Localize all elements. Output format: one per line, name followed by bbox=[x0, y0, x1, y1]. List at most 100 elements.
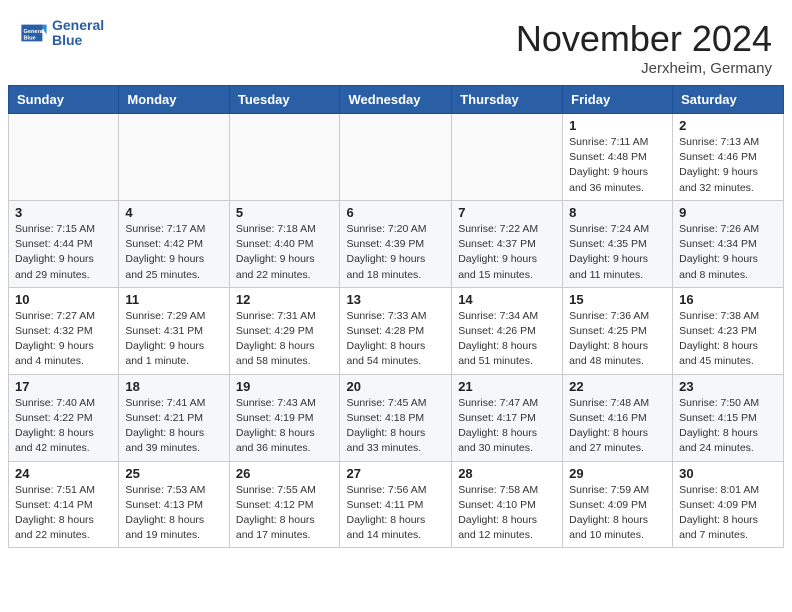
day-info: Sunrise: 7:59 AM Sunset: 4:09 PM Dayligh… bbox=[569, 483, 666, 544]
calendar-day-cell bbox=[340, 114, 452, 201]
day-info: Sunrise: 8:01 AM Sunset: 4:09 PM Dayligh… bbox=[679, 483, 777, 544]
day-info: Sunrise: 7:31 AM Sunset: 4:29 PM Dayligh… bbox=[236, 309, 334, 370]
day-info: Sunrise: 7:22 AM Sunset: 4:37 PM Dayligh… bbox=[458, 222, 556, 283]
calendar-day-cell: 24Sunrise: 7:51 AM Sunset: 4:14 PM Dayli… bbox=[9, 461, 119, 548]
day-number: 14 bbox=[458, 292, 556, 307]
logo: General Blue General Blue bbox=[20, 18, 104, 49]
day-info: Sunrise: 7:50 AM Sunset: 4:15 PM Dayligh… bbox=[679, 396, 777, 457]
day-number: 21 bbox=[458, 379, 556, 394]
calendar-week-row: 10Sunrise: 7:27 AM Sunset: 4:32 PM Dayli… bbox=[9, 287, 784, 374]
day-number: 2 bbox=[679, 118, 777, 133]
day-number: 26 bbox=[236, 466, 334, 481]
weekday-header: Sunday bbox=[9, 86, 119, 114]
logo-line1: General bbox=[52, 18, 104, 33]
day-info: Sunrise: 7:33 AM Sunset: 4:28 PM Dayligh… bbox=[346, 309, 445, 370]
calendar-table: SundayMondayTuesdayWednesdayThursdayFrid… bbox=[8, 85, 784, 548]
day-number: 5 bbox=[236, 205, 334, 220]
day-number: 18 bbox=[125, 379, 222, 394]
day-info: Sunrise: 7:40 AM Sunset: 4:22 PM Dayligh… bbox=[15, 396, 112, 457]
calendar-day-cell: 30 Sunrise: 8:01 AM Sunset: 4:09 PM Dayli… bbox=[673, 461, 784, 548]
day-info: Sunrise: 7:53 AM Sunset: 4:13 PM Dayligh… bbox=[125, 483, 222, 544]
calendar-day-cell: 7 Sunrise: 7:22 AM Sunset: 4:37 PM Daylig… bbox=[452, 200, 563, 287]
day-number: 3 bbox=[15, 205, 112, 220]
weekday-header: Monday bbox=[119, 86, 229, 114]
day-info: Sunrise: 7:29 AM Sunset: 4:31 PM Dayligh… bbox=[125, 309, 222, 370]
month-title: November 2024 bbox=[516, 18, 772, 60]
day-number: 6 bbox=[346, 205, 445, 220]
calendar-day-cell: 9 Sunrise: 7:26 AM Sunset: 4:34 PM Daylig… bbox=[673, 200, 784, 287]
day-number: 16 bbox=[679, 292, 777, 307]
calendar-week-row: 24Sunrise: 7:51 AM Sunset: 4:14 PM Dayli… bbox=[9, 461, 784, 548]
day-number: 17 bbox=[15, 379, 112, 394]
calendar-day-cell: 5 Sunrise: 7:18 AM Sunset: 4:40 PM Daylig… bbox=[229, 200, 340, 287]
day-number: 23 bbox=[679, 379, 777, 394]
svg-text:Blue: Blue bbox=[24, 36, 36, 42]
day-info: Sunrise: 7:45 AM Sunset: 4:18 PM Dayligh… bbox=[346, 396, 445, 457]
day-info: Sunrise: 7:38 AM Sunset: 4:23 PM Dayligh… bbox=[679, 309, 777, 370]
day-info: Sunrise: 7:36 AM Sunset: 4:25 PM Dayligh… bbox=[569, 309, 666, 370]
calendar-day-cell: 23 Sunrise: 7:50 AM Sunset: 4:15 PM Dayli… bbox=[673, 374, 784, 461]
calendar-day-cell: 8 Sunrise: 7:24 AM Sunset: 4:35 PM Daylig… bbox=[563, 200, 673, 287]
day-info: Sunrise: 7:20 AM Sunset: 4:39 PM Dayligh… bbox=[346, 222, 445, 283]
calendar-wrapper: SundayMondayTuesdayWednesdayThursdayFrid… bbox=[0, 85, 792, 560]
day-info: Sunrise: 7:48 AM Sunset: 4:16 PM Dayligh… bbox=[569, 396, 666, 457]
weekday-header: Saturday bbox=[673, 86, 784, 114]
day-number: 25 bbox=[125, 466, 222, 481]
day-number: 8 bbox=[569, 205, 666, 220]
calendar-day-cell: 11Sunrise: 7:29 AM Sunset: 4:31 PM Dayli… bbox=[119, 287, 229, 374]
day-info: Sunrise: 7:55 AM Sunset: 4:12 PM Dayligh… bbox=[236, 483, 334, 544]
weekday-header: Friday bbox=[563, 86, 673, 114]
day-info: Sunrise: 7:58 AM Sunset: 4:10 PM Dayligh… bbox=[458, 483, 556, 544]
calendar-day-cell: 29Sunrise: 7:59 AM Sunset: 4:09 PM Dayli… bbox=[563, 461, 673, 548]
calendar-header-row: SundayMondayTuesdayWednesdayThursdayFrid… bbox=[9, 86, 784, 114]
calendar-day-cell: 4Sunrise: 7:17 AM Sunset: 4:42 PM Daylig… bbox=[119, 200, 229, 287]
calendar-day-cell: 2 Sunrise: 7:13 AM Sunset: 4:46 PM Daylig… bbox=[673, 114, 784, 201]
day-info: Sunrise: 7:47 AM Sunset: 4:17 PM Dayligh… bbox=[458, 396, 556, 457]
calendar-day-cell: 28 Sunrise: 7:58 AM Sunset: 4:10 PM Dayli… bbox=[452, 461, 563, 548]
day-number: 28 bbox=[458, 466, 556, 481]
calendar-day-cell bbox=[229, 114, 340, 201]
calendar-day-cell: 3 Sunrise: 7:15 AM Sunset: 4:44 PM Daylig… bbox=[9, 200, 119, 287]
day-info: Sunrise: 7:17 AM Sunset: 4:42 PM Dayligh… bbox=[125, 222, 222, 283]
day-number: 15 bbox=[569, 292, 666, 307]
logo-icon: General Blue bbox=[20, 19, 48, 47]
day-number: 22 bbox=[569, 379, 666, 394]
calendar-day-cell: 27 Sunrise: 7:56 AM Sunset: 4:11 PM Dayli… bbox=[340, 461, 452, 548]
calendar-day-cell: 25 Sunrise: 7:53 AM Sunset: 4:13 PM Dayli… bbox=[119, 461, 229, 548]
day-info: Sunrise: 7:15 AM Sunset: 4:44 PM Dayligh… bbox=[15, 222, 112, 283]
calendar-day-cell: 6 Sunrise: 7:20 AM Sunset: 4:39 PM Daylig… bbox=[340, 200, 452, 287]
calendar-day-cell: 22 Sunrise: 7:48 AM Sunset: 4:16 PM Dayli… bbox=[563, 374, 673, 461]
logo-line2: Blue bbox=[52, 33, 104, 48]
weekday-header: Wednesday bbox=[340, 86, 452, 114]
day-info: Sunrise: 7:26 AM Sunset: 4:34 PM Dayligh… bbox=[679, 222, 777, 283]
day-number: 1 bbox=[569, 118, 666, 133]
calendar-day-cell: 15 Sunrise: 7:36 AM Sunset: 4:25 PM Dayli… bbox=[563, 287, 673, 374]
weekday-header: Tuesday bbox=[229, 86, 340, 114]
day-number: 30 bbox=[679, 466, 777, 481]
calendar-day-cell bbox=[452, 114, 563, 201]
title-block: November 2024 Jerxheim, Germany bbox=[516, 18, 772, 77]
calendar-day-cell: 20Sunrise: 7:45 AM Sunset: 4:18 PM Dayli… bbox=[340, 374, 452, 461]
calendar-day-cell: 16 Sunrise: 7:38 AM Sunset: 4:23 PM Dayli… bbox=[673, 287, 784, 374]
calendar-day-cell bbox=[119, 114, 229, 201]
calendar-week-row: 1 Sunrise: 7:11 AM Sunset: 4:48 PM Daylig… bbox=[9, 114, 784, 201]
day-number: 27 bbox=[346, 466, 445, 481]
calendar-day-cell: 26 Sunrise: 7:55 AM Sunset: 4:12 PM Dayli… bbox=[229, 461, 340, 548]
calendar-day-cell: 1 Sunrise: 7:11 AM Sunset: 4:48 PM Daylig… bbox=[563, 114, 673, 201]
day-info: Sunrise: 7:11 AM Sunset: 4:48 PM Dayligh… bbox=[569, 135, 666, 196]
day-number: 7 bbox=[458, 205, 556, 220]
day-info: Sunrise: 7:34 AM Sunset: 4:26 PM Dayligh… bbox=[458, 309, 556, 370]
day-info: Sunrise: 7:43 AM Sunset: 4:19 PM Dayligh… bbox=[236, 396, 334, 457]
day-number: 19 bbox=[236, 379, 334, 394]
calendar-day-cell: 17 Sunrise: 7:40 AM Sunset: 4:22 PM Dayli… bbox=[9, 374, 119, 461]
calendar-day-cell: 18Sunrise: 7:41 AM Sunset: 4:21 PM Dayli… bbox=[119, 374, 229, 461]
calendar-day-cell: 14 Sunrise: 7:34 AM Sunset: 4:26 PM Dayli… bbox=[452, 287, 563, 374]
day-info: Sunrise: 7:18 AM Sunset: 4:40 PM Dayligh… bbox=[236, 222, 334, 283]
day-number: 9 bbox=[679, 205, 777, 220]
page-header: General Blue General Blue November 2024 … bbox=[0, 0, 792, 85]
calendar-day-cell: 21 Sunrise: 7:47 AM Sunset: 4:17 PM Dayli… bbox=[452, 374, 563, 461]
calendar-week-row: 17 Sunrise: 7:40 AM Sunset: 4:22 PM Dayli… bbox=[9, 374, 784, 461]
day-info: Sunrise: 7:13 AM Sunset: 4:46 PM Dayligh… bbox=[679, 135, 777, 196]
day-info: Sunrise: 7:56 AM Sunset: 4:11 PM Dayligh… bbox=[346, 483, 445, 544]
day-info: Sunrise: 7:24 AM Sunset: 4:35 PM Dayligh… bbox=[569, 222, 666, 283]
